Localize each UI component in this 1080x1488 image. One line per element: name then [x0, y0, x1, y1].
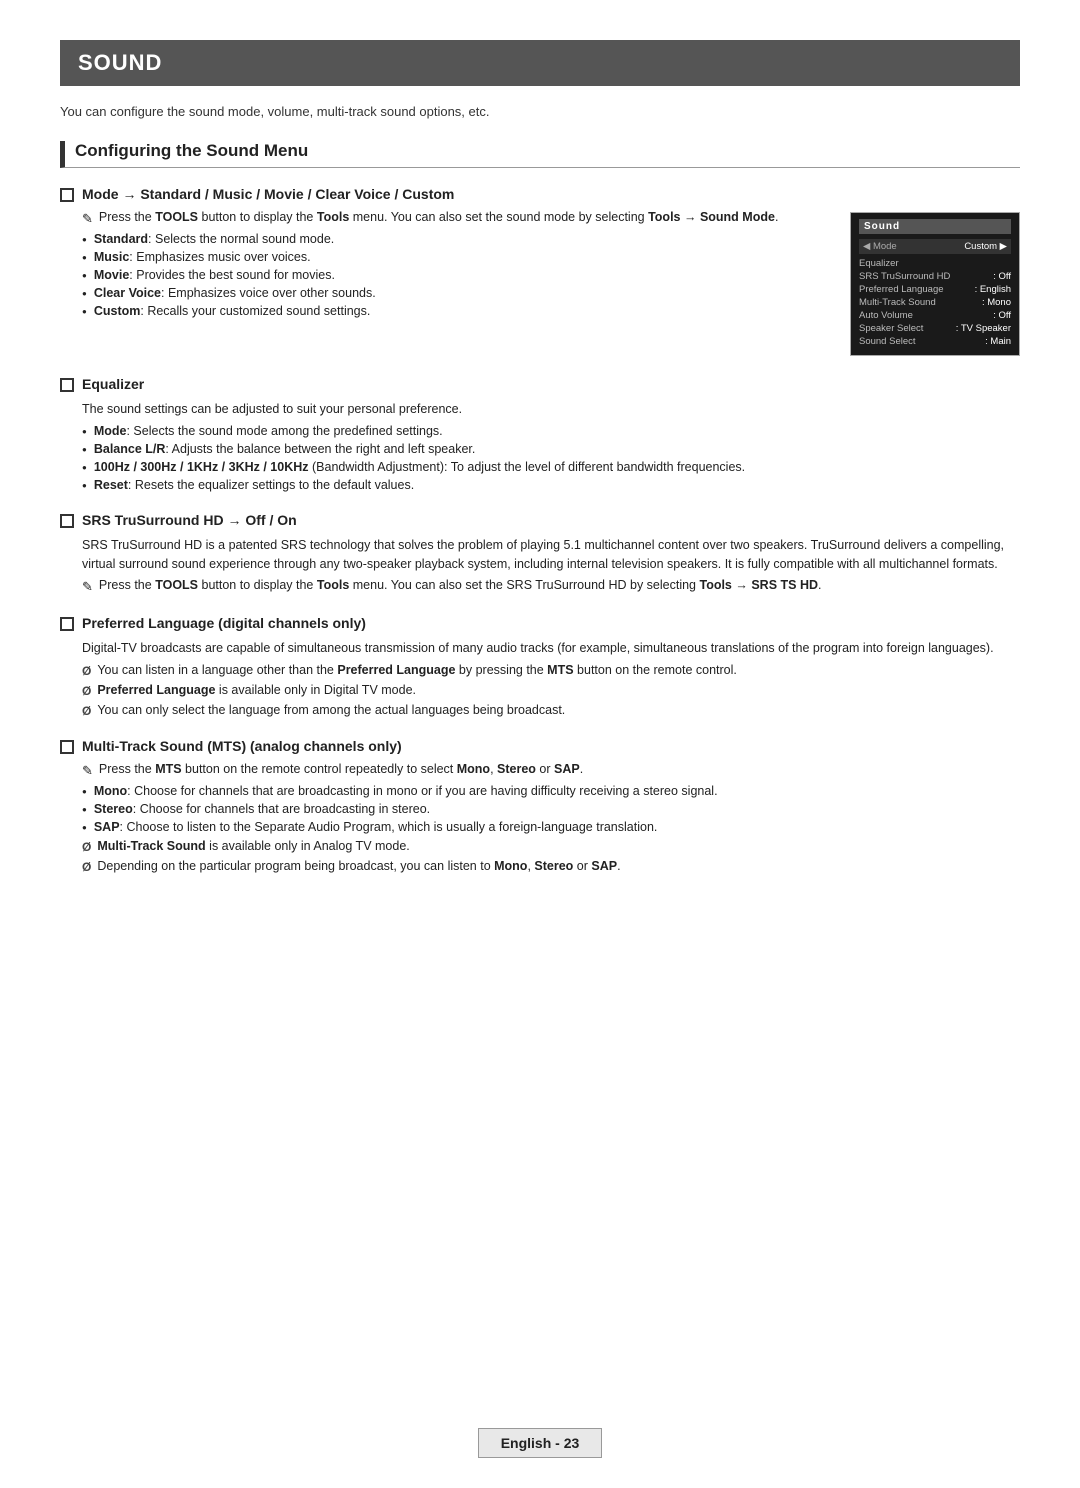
- subsection-eq-title: Equalizer: [82, 376, 144, 392]
- multitrack-bullet-list: Mono: Choose for channels that are broad…: [82, 784, 1020, 834]
- info-icon-preflang-3: [82, 704, 91, 718]
- preflang-info-1: You can listen in a language other than …: [82, 663, 1020, 678]
- subsection-eq-header: Equalizer: [60, 376, 1020, 392]
- pencil-icon-srs: [82, 579, 93, 595]
- preflang-para: Digital-TV broadcasts are capable of sim…: [82, 639, 1020, 658]
- screen-row-soundselect: Sound Select : Main: [859, 336, 1011, 347]
- subsection-srs: SRS TruSurround HD → Off / On SRS TruSur…: [60, 512, 1020, 596]
- subsection-srs-header: SRS TruSurround HD → Off / On: [60, 512, 1020, 528]
- mode-text: Press the TOOLS button to display the To…: [82, 210, 834, 356]
- subsection-multitrack-header: Multi-Track Sound (MTS) (analog channels…: [60, 738, 1020, 754]
- intro-text: You can configure the sound mode, volume…: [60, 104, 1020, 119]
- pencil-icon-mode: [82, 211, 93, 227]
- subsection-preflang: Preferred Language (digital channels onl…: [60, 615, 1020, 718]
- section-heading: Configuring the Sound Menu: [60, 141, 1020, 168]
- title-bar: SOUND: [60, 40, 1020, 86]
- subsection-mode-title: Mode → Standard / Music / Movie / Clear …: [82, 186, 454, 202]
- info-icon-preflang-1: [82, 664, 91, 678]
- page: SOUND You can configure the sound mode, …: [0, 0, 1080, 974]
- screen-row-srs: SRS TruSurround HD : Off: [859, 271, 1011, 282]
- preflang-info-text-2: Preferred Language is available only in …: [97, 683, 416, 697]
- checkbox-icon-multitrack: [60, 740, 74, 754]
- preflang-info-2: Preferred Language is available only in …: [82, 683, 1020, 698]
- preflang-content: Digital-TV broadcasts are capable of sim…: [82, 639, 1020, 718]
- info-icon-multitrack-1: [82, 840, 91, 854]
- mode-content-area: Press the TOOLS button to display the To…: [82, 210, 1020, 356]
- subsection-srs-title: SRS TruSurround HD → Off / On: [82, 512, 297, 528]
- info-icon-multitrack-2: [82, 860, 91, 874]
- multitrack-bullet-stereo: Stereo: Choose for channels that are bro…: [82, 802, 1020, 816]
- pencil-icon-multitrack: [82, 763, 93, 779]
- screen-row-autovolume: Auto Volume : Off: [859, 310, 1011, 321]
- subsection-preflang-header: Preferred Language (digital channels onl…: [60, 615, 1020, 631]
- srs-note-text: Press the TOOLS button to display the To…: [99, 578, 822, 592]
- multitrack-info-text-1: Multi-Track Sound is available only in A…: [97, 839, 409, 853]
- subsection-equalizer: Equalizer The sound settings can be adju…: [60, 376, 1020, 492]
- mode-bullet-custom: Custom: Recalls your customized sound se…: [82, 304, 834, 318]
- eq-bullet-reset: Reset: Resets the equalizer settings to …: [82, 478, 1020, 492]
- checkbox-icon-mode: [60, 188, 74, 202]
- footer: English - 23: [0, 1428, 1080, 1458]
- subsection-mode-header: Mode → Standard / Music / Movie / Clear …: [60, 186, 1020, 202]
- srs-content: SRS TruSurround HD is a patented SRS tec…: [82, 536, 1020, 596]
- eq-intro: The sound settings can be adjusted to su…: [82, 400, 1020, 419]
- srs-note-1: Press the TOOLS button to display the To…: [82, 578, 1020, 595]
- mode-bullet-list: Standard: Selects the normal sound mode.…: [82, 232, 834, 318]
- screen-row-speakerselect: Speaker Select : TV Speaker: [859, 323, 1011, 334]
- eq-bullet-list: Mode: Selects the sound mode among the p…: [82, 424, 1020, 492]
- screen-mode-label: ◀ Mode: [863, 241, 897, 252]
- screen-mode-value: Custom ▶: [964, 241, 1007, 252]
- multitrack-bullet-sap: SAP: Choose to listen to the Separate Au…: [82, 820, 1020, 834]
- footer-badge: English - 23: [478, 1428, 603, 1458]
- subsection-multitrack: Multi-Track Sound (MTS) (analog channels…: [60, 738, 1020, 874]
- screen-mockup: Sound ◀ Mode Custom ▶ Equalizer SRS TruS…: [850, 212, 1020, 356]
- multitrack-note-text: Press the MTS button on the remote contr…: [99, 762, 583, 776]
- multitrack-info-2: Depending on the particular program bein…: [82, 859, 1020, 874]
- checkbox-icon-eq: [60, 378, 74, 392]
- eq-bullet-mode: Mode: Selects the sound mode among the p…: [82, 424, 1020, 438]
- preflang-info-3: You can only select the language from am…: [82, 703, 1020, 718]
- mode-bullet-clearvoice: Clear Voice: Emphasizes voice over other…: [82, 286, 834, 300]
- multitrack-info-text-2: Depending on the particular program bein…: [97, 859, 620, 873]
- subsection-multitrack-title: Multi-Track Sound (MTS) (analog channels…: [82, 738, 402, 754]
- preflang-info-text-1: You can listen in a language other than …: [97, 663, 737, 677]
- screen-row-preflang: Preferred Language : English: [859, 284, 1011, 295]
- mode-bullet-standard: Standard: Selects the normal sound mode.: [82, 232, 834, 246]
- info-icon-preflang-2: [82, 684, 91, 698]
- screen-row-equalizer: Equalizer: [859, 258, 1011, 269]
- subsection-mode: Mode → Standard / Music / Movie / Clear …: [60, 186, 1020, 356]
- srs-para: SRS TruSurround HD is a patented SRS tec…: [82, 536, 1020, 574]
- multitrack-bullet-mono: Mono: Choose for channels that are broad…: [82, 784, 1020, 798]
- eq-bullet-balance: Balance L/R: Adjusts the balance between…: [82, 442, 1020, 456]
- eq-content: The sound settings can be adjusted to su…: [82, 400, 1020, 492]
- multitrack-info-1: Multi-Track Sound is available only in A…: [82, 839, 1020, 854]
- screen-title: Sound: [859, 219, 1011, 234]
- checkbox-icon-srs: [60, 514, 74, 528]
- mode-note-text: Press the TOOLS button to display the To…: [99, 210, 779, 224]
- screen-row-multitrack: Multi-Track Sound : Mono: [859, 297, 1011, 308]
- mode-note-1: Press the TOOLS button to display the To…: [82, 210, 834, 227]
- screen-mode-row: ◀ Mode Custom ▶: [859, 239, 1011, 254]
- preflang-info-text-3: You can only select the language from am…: [97, 703, 565, 717]
- multitrack-content: Press the MTS button on the remote contr…: [82, 762, 1020, 874]
- checkbox-icon-preflang: [60, 617, 74, 631]
- mode-bullet-movie: Movie: Provides the best sound for movie…: [82, 268, 834, 282]
- eq-bullet-bandwidth: 100Hz / 300Hz / 1KHz / 3KHz / 10KHz (Ban…: [82, 460, 1020, 474]
- subsections-container: Mode → Standard / Music / Movie / Clear …: [60, 186, 1020, 874]
- mode-bullet-music: Music: Emphasizes music over voices.: [82, 250, 834, 264]
- subsection-preflang-title: Preferred Language (digital channels onl…: [82, 615, 366, 631]
- page-title: SOUND: [78, 50, 1002, 76]
- multitrack-note-pencil: Press the MTS button on the remote contr…: [82, 762, 1020, 779]
